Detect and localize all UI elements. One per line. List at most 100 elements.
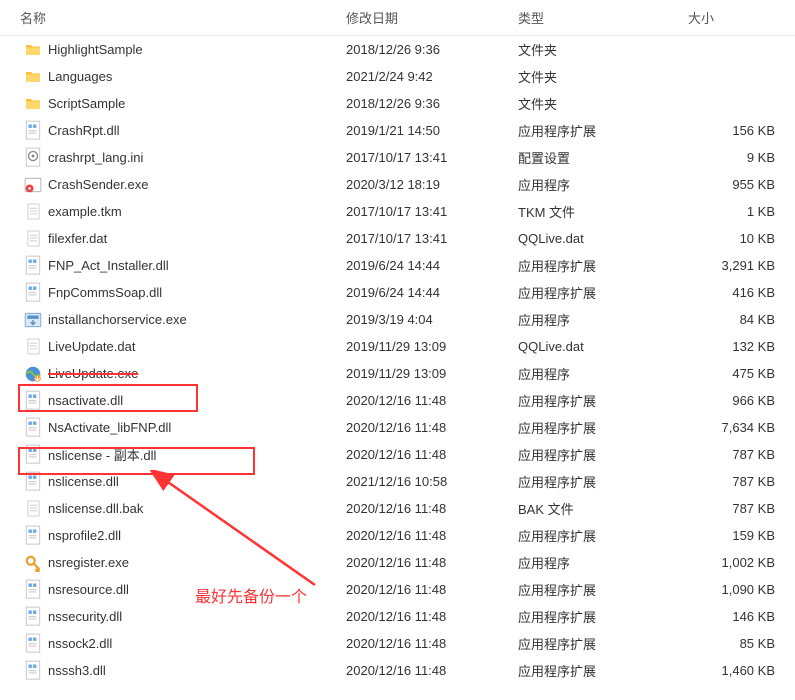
- file-ini-icon: [24, 149, 42, 167]
- file-dll-icon: [24, 635, 42, 653]
- file-date: 2020/12/16 11:48: [346, 447, 518, 462]
- file-row[interactable]: CrashRpt.dll2019/1/21 14:50应用程序扩展156 KB: [0, 117, 795, 144]
- file-dll-icon: [24, 527, 42, 545]
- file-type: 应用程序扩展: [518, 418, 678, 437]
- file-row[interactable]: nsprofile2.dll2020/12/16 11:48应用程序扩展159 …: [0, 522, 795, 549]
- file-date: 2019/6/24 14:44: [346, 285, 518, 300]
- file-dll-icon: [24, 284, 42, 302]
- file-dll-icon: [24, 392, 42, 410]
- file-size: 146 KB: [678, 609, 793, 624]
- file-date: 2017/10/17 13:41: [346, 150, 518, 165]
- column-header-name[interactable]: 名称: [0, 8, 346, 27]
- file-size: 475 KB: [678, 366, 793, 381]
- file-name: nslicense - 副本.dll: [48, 445, 156, 464]
- file-row[interactable]: nsregister.exe2020/12/16 11:48应用程序1,002 …: [0, 549, 795, 576]
- file-name: nsssh3.dll: [48, 663, 106, 678]
- file-date: 2017/10/17 13:41: [346, 204, 518, 219]
- file-row[interactable]: HighlightSample2018/12/26 9:36文件夹: [0, 36, 795, 63]
- file-size: 156 KB: [678, 123, 793, 138]
- column-header-type[interactable]: 类型: [518, 8, 678, 27]
- file-name: nssock2.dll: [48, 636, 112, 651]
- folder-yellow-icon: [24, 95, 42, 113]
- file-row[interactable]: ScriptSample2018/12/26 9:36文件夹: [0, 90, 795, 117]
- file-row[interactable]: nslicense.dll2021/12/16 10:58应用程序扩展787 K…: [0, 468, 795, 495]
- file-name: installanchorservice.exe: [48, 312, 187, 327]
- file-row[interactable]: Languages2021/2/24 9:42文件夹: [0, 63, 795, 90]
- file-date: 2020/12/16 11:48: [346, 501, 518, 516]
- file-date: 2020/12/16 11:48: [346, 636, 518, 651]
- file-date: 2020/12/16 11:48: [346, 555, 518, 570]
- file-type: BAK 文件: [518, 499, 678, 518]
- file-name: nssecurity.dll: [48, 609, 122, 624]
- column-header-size[interactable]: 大小: [678, 8, 793, 27]
- file-type: 应用程序扩展: [518, 445, 678, 464]
- file-exe-red-icon: [24, 176, 42, 194]
- file-name: CrashSender.exe: [48, 177, 148, 192]
- file-date: 2019/6/24 14:44: [346, 258, 518, 273]
- file-size: 7,634 KB: [678, 420, 793, 435]
- column-header-date[interactable]: 修改日期: [346, 8, 518, 27]
- file-row[interactable]: nsssh3.dll2020/12/16 11:48应用程序扩展1,460 KB: [0, 657, 795, 684]
- file-type: 文件夹: [518, 67, 678, 86]
- file-name: Languages: [48, 69, 112, 84]
- file-size: 85 KB: [678, 636, 793, 651]
- file-row[interactable]: nslicense.dll.bak2020/12/16 11:48BAK 文件7…: [0, 495, 795, 522]
- file-name: nslicense.dll: [48, 474, 119, 489]
- file-row[interactable]: example.tkm2017/10/17 13:41TKM 文件1 KB: [0, 198, 795, 225]
- file-row[interactable]: CrashSender.exe2020/3/12 18:19应用程序955 KB: [0, 171, 795, 198]
- file-row[interactable]: installanchorservice.exe2019/3/19 4:04应用…: [0, 306, 795, 333]
- file-row[interactable]: LiveUpdate.exe2019/11/29 13:09应用程序475 KB: [0, 360, 795, 387]
- file-date: 2020/12/16 11:48: [346, 420, 518, 435]
- file-name: example.tkm: [48, 204, 122, 219]
- file-size: 159 KB: [678, 528, 793, 543]
- file-dll-icon: [24, 662, 42, 680]
- file-name: FnpCommsSoap.dll: [48, 285, 162, 300]
- file-list: HighlightSample2018/12/26 9:36文件夹Languag…: [0, 36, 795, 684]
- file-name: crashrpt_lang.ini: [48, 150, 143, 165]
- file-row[interactable]: nsactivate.dll2020/12/16 11:48应用程序扩展966 …: [0, 387, 795, 414]
- file-generic-icon: [24, 500, 42, 518]
- file-size: 966 KB: [678, 393, 793, 408]
- file-generic-icon: [24, 203, 42, 221]
- file-dll-icon: [24, 122, 42, 140]
- file-row[interactable]: FnpCommsSoap.dll2019/6/24 14:44应用程序扩展416…: [0, 279, 795, 306]
- file-date: 2020/12/16 11:48: [346, 393, 518, 408]
- file-type: 应用程序: [518, 175, 678, 194]
- file-dll-icon: [24, 419, 42, 437]
- file-dll-icon: [24, 257, 42, 275]
- file-row[interactable]: crashrpt_lang.ini2017/10/17 13:41配置设置9 K…: [0, 144, 795, 171]
- file-row[interactable]: nsresource.dll2020/12/16 11:48应用程序扩展1,09…: [0, 576, 795, 603]
- file-date: 2021/12/16 10:58: [346, 474, 518, 489]
- file-type: 应用程序: [518, 553, 678, 572]
- file-size: 955 KB: [678, 177, 793, 192]
- file-type: 应用程序: [518, 364, 678, 383]
- file-exe-install-icon: [24, 311, 42, 329]
- file-name: NsActivate_libFNP.dll: [48, 420, 171, 435]
- file-row[interactable]: nslicense - 副本.dll 2020/12/16 11:48应用程序扩展…: [0, 441, 795, 468]
- file-row[interactable]: LiveUpdate.dat2019/11/29 13:09QQLive.dat…: [0, 333, 795, 360]
- file-type: 文件夹: [518, 94, 678, 113]
- file-type: 应用程序扩展: [518, 661, 678, 680]
- file-size: 1,002 KB: [678, 555, 793, 570]
- file-size: 10 KB: [678, 231, 793, 246]
- file-type: 应用程序扩展: [518, 607, 678, 626]
- file-date: 2019/3/19 4:04: [346, 312, 518, 327]
- file-size: 3,291 KB: [678, 258, 793, 273]
- file-row[interactable]: NsActivate_libFNP.dll 2020/12/16 11:48应用程…: [0, 414, 795, 441]
- file-dll-icon: [24, 473, 42, 491]
- file-row[interactable]: nssock2.dll2020/12/16 11:48应用程序扩展85 KB: [0, 630, 795, 657]
- file-name: nsprofile2.dll: [48, 528, 121, 543]
- file-name: FNP_Act_Installer.dll: [48, 258, 169, 273]
- file-row[interactable]: FNP_Act_Installer.dll2019/6/24 14:44应用程序…: [0, 252, 795, 279]
- file-row[interactable]: filexfer.dat2017/10/17 13:41QQLive.dat10…: [0, 225, 795, 252]
- file-row[interactable]: nssecurity.dll2020/12/16 11:48应用程序扩展146 …: [0, 603, 795, 630]
- file-type: 应用程序扩展: [518, 526, 678, 545]
- file-type: QQLive.dat: [518, 339, 678, 354]
- file-date: 2020/12/16 11:48: [346, 582, 518, 597]
- file-exe-globe-icon: [24, 365, 42, 383]
- file-type: 应用程序扩展: [518, 283, 678, 302]
- file-type: QQLive.dat: [518, 231, 678, 246]
- file-size: 84 KB: [678, 312, 793, 327]
- file-exe-key-icon: [24, 554, 42, 572]
- file-date: 2019/1/21 14:50: [346, 123, 518, 138]
